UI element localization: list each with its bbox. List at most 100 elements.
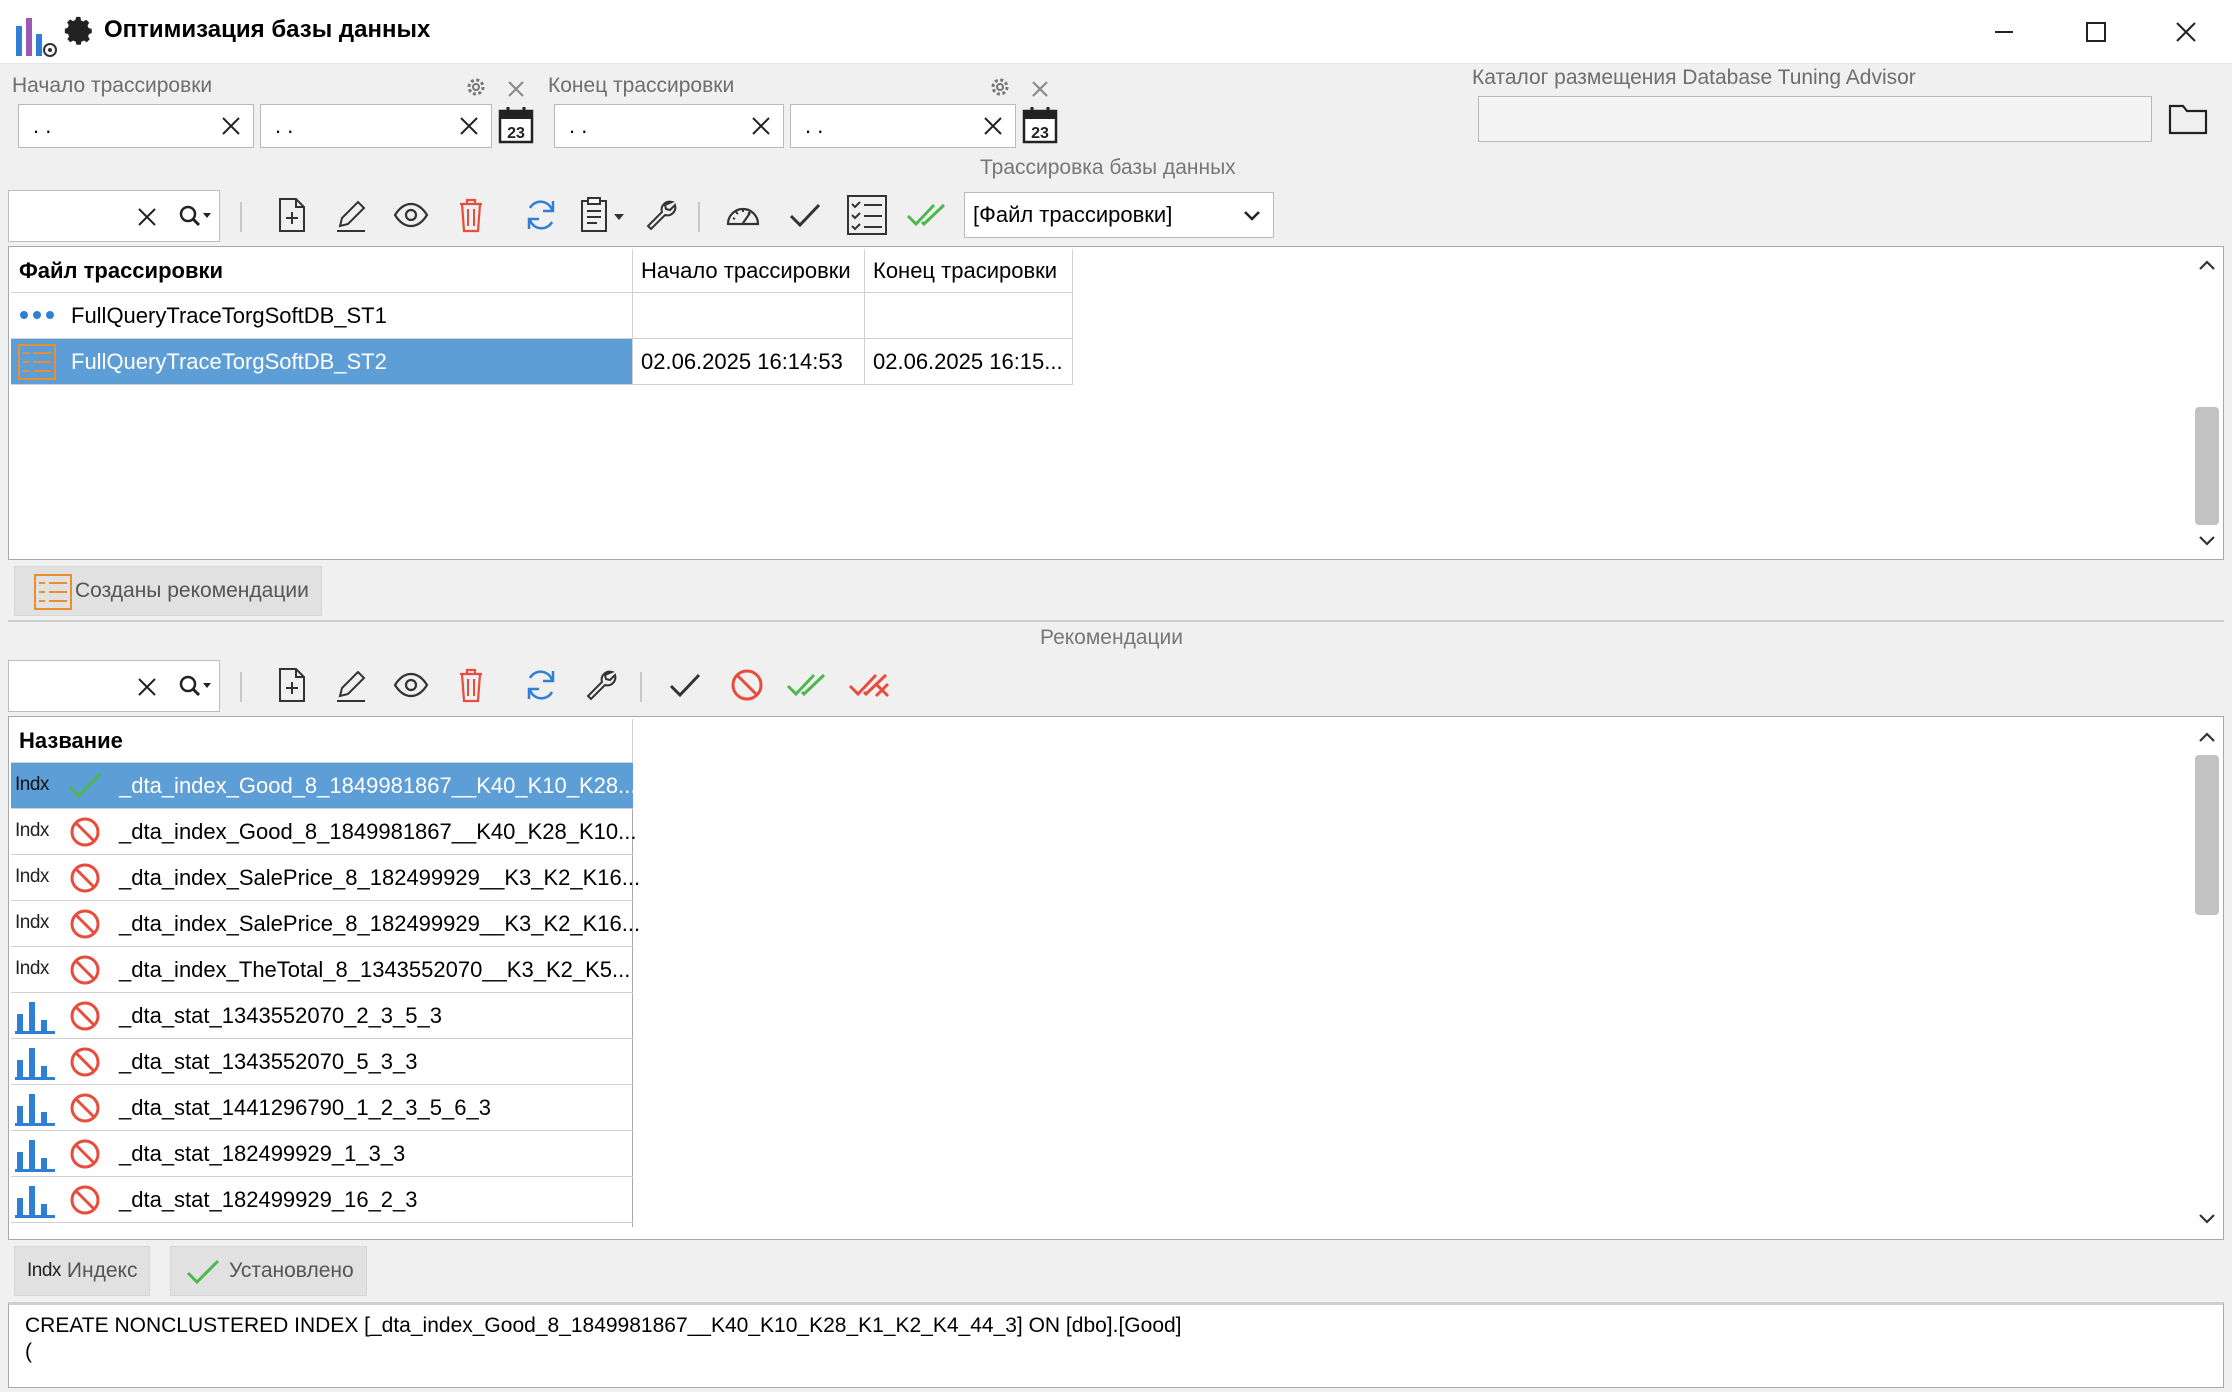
start-date-field-1[interactable]: . . bbox=[18, 104, 254, 148]
recommendation-name: _dta_stat_1343552070_5_3_3 bbox=[119, 1049, 418, 1074]
browse-folder-button[interactable] bbox=[2168, 100, 2208, 141]
maximize-icon bbox=[2086, 22, 2106, 42]
close-icon bbox=[2176, 22, 2196, 42]
trace-group-label: Трассировка базы данных bbox=[980, 156, 1236, 179]
checklist-icon[interactable] bbox=[846, 194, 888, 236]
wrench-icon[interactable] bbox=[642, 196, 680, 234]
search-icon[interactable] bbox=[177, 203, 215, 231]
table-row[interactable]: _dta_stat_1441296790_1_2_3_5_6_3 bbox=[11, 1085, 633, 1131]
trace-source-dropdown[interactable]: [Файл трассировки] bbox=[964, 192, 1274, 238]
chevron-down-icon[interactable] bbox=[2197, 1209, 2217, 1229]
delete-icon[interactable] bbox=[452, 196, 490, 234]
rejected-icon bbox=[70, 1185, 100, 1215]
speedometer-icon[interactable] bbox=[724, 196, 762, 234]
refresh-icon[interactable] bbox=[522, 666, 560, 704]
title-bar: Оптимизация базы данных bbox=[0, 0, 2232, 64]
gear-icon bbox=[64, 16, 92, 45]
wrench-icon[interactable] bbox=[582, 666, 620, 704]
column-header-trace-start[interactable]: Начало трассировки bbox=[633, 249, 865, 293]
trace-end-cell bbox=[865, 293, 1073, 339]
calendar-button[interactable]: 23 bbox=[498, 106, 534, 149]
recommendations-scrollbar[interactable] bbox=[2193, 719, 2221, 1237]
chevron-up-icon[interactable] bbox=[2197, 255, 2217, 275]
clear-icon[interactable] bbox=[135, 205, 159, 229]
rejected-icon bbox=[70, 1139, 100, 1169]
recommendations-list-icon bbox=[18, 344, 56, 380]
table-row[interactable]: FullQueryTraceTorgSoftDB_ST1 bbox=[11, 293, 1073, 339]
end-date-field-2[interactable]: . . bbox=[790, 104, 1016, 148]
check-icon[interactable] bbox=[786, 196, 824, 234]
close-window-button[interactable] bbox=[2140, 0, 2232, 64]
dropdown-value: [Файл трассировки] bbox=[973, 202, 1173, 227]
start-date-field-2[interactable]: . . bbox=[260, 104, 492, 148]
column-header-trace-file[interactable]: Файл трассировки bbox=[11, 249, 633, 293]
table-row-selected[interactable]: FullQueryTraceTorgSoftDB_ST2 02.06.2025 … bbox=[11, 339, 1073, 385]
calendar-button[interactable]: 23 bbox=[1022, 106, 1058, 149]
apply-all-icon[interactable] bbox=[786, 666, 832, 704]
clear-icon[interactable] bbox=[457, 114, 481, 138]
table-row[interactable]: Indx _dta_index_TheTotal_8_1343552070__K3… bbox=[11, 947, 633, 993]
table-row[interactable]: _dta_stat_1343552070_2_3_5_3 bbox=[11, 993, 633, 1039]
column-header-trace-end[interactable]: Конец трасировки bbox=[865, 249, 1073, 293]
indx-icon: Indx bbox=[15, 958, 49, 979]
statistics-icon bbox=[15, 1048, 55, 1080]
indx-icon: Indx bbox=[15, 912, 49, 933]
recommendations-group-label: Рекомендации bbox=[1040, 626, 1184, 649]
gear-icon[interactable] bbox=[988, 75, 1012, 99]
statistics-icon bbox=[15, 1140, 55, 1172]
chevron-down-icon[interactable] bbox=[2197, 531, 2217, 551]
more-dots-icon bbox=[20, 311, 54, 319]
trace-scrollbar[interactable] bbox=[2193, 249, 2221, 557]
add-icon[interactable] bbox=[272, 666, 310, 704]
table-row-selected[interactable]: Indx _dta_index_Good_8_1849981867__K40_K1… bbox=[11, 763, 636, 809]
maximize-button[interactable] bbox=[2050, 0, 2142, 64]
recommendation-name: _dta_stat_1343552070_2_3_5_3 bbox=[119, 1003, 442, 1028]
rejected-icon bbox=[70, 1093, 100, 1123]
trace-search-box[interactable] bbox=[8, 190, 220, 242]
status-tag-text: Созданы рекомендации bbox=[75, 579, 309, 602]
reject-icon[interactable] bbox=[728, 666, 766, 704]
table-row[interactable]: Indx _dta_index_SalePrice_8_182499929__K3… bbox=[11, 901, 640, 947]
chevron-up-icon[interactable] bbox=[2197, 727, 2217, 747]
recommendations-search-box[interactable] bbox=[8, 660, 220, 712]
recommendation-name: _dta_index_Good_8_1849981867__K40_K28_K1… bbox=[119, 819, 637, 844]
table-row[interactable]: Indx _dta_index_SalePrice_8_182499929__K3… bbox=[11, 855, 640, 901]
add-icon[interactable] bbox=[272, 196, 310, 234]
scroll-thumb[interactable] bbox=[2195, 407, 2219, 525]
clear-icon[interactable] bbox=[135, 675, 159, 699]
view-icon[interactable] bbox=[392, 196, 430, 234]
sql-preview[interactable]: CREATE NONCLUSTERED INDEX [_dta_index_Go… bbox=[8, 1302, 2224, 1388]
minimize-button[interactable] bbox=[1958, 0, 2050, 64]
start-trace-label: Начало трассировки bbox=[12, 74, 213, 97]
close-icon[interactable] bbox=[1028, 77, 1052, 101]
check-icon[interactable] bbox=[666, 666, 704, 704]
clear-icon[interactable] bbox=[219, 114, 243, 138]
close-icon[interactable] bbox=[504, 77, 528, 101]
table-row[interactable]: _dta_stat_182499929_16_2_3 bbox=[11, 1177, 633, 1223]
table-row[interactable]: Indx _dta_index_Good_8_1849981867__K40_K2… bbox=[11, 809, 637, 855]
edit-icon[interactable] bbox=[332, 196, 370, 234]
gear-icon[interactable] bbox=[464, 75, 488, 99]
edit-icon[interactable] bbox=[332, 666, 370, 704]
search-icon[interactable] bbox=[177, 673, 215, 701]
legend-tag-installed: Установлено bbox=[170, 1246, 367, 1296]
trace-start-cell: 02.06.2025 16:14:53 bbox=[633, 339, 865, 385]
recommendations-rows: Indx _dta_index_Good_8_1849981867__K40_K1… bbox=[11, 763, 640, 1227]
view-icon[interactable] bbox=[392, 666, 430, 704]
clipboard-dropdown-icon[interactable] bbox=[578, 196, 630, 234]
column-header-name[interactable]: Название bbox=[11, 719, 633, 763]
double-check-icon[interactable] bbox=[906, 196, 952, 234]
clear-icon[interactable] bbox=[981, 114, 1005, 138]
clear-icon[interactable] bbox=[749, 114, 773, 138]
toolbar-separator bbox=[698, 202, 700, 232]
svg-text:23: 23 bbox=[1031, 125, 1049, 142]
table-row[interactable]: _dta_stat_1343552070_5_3_3 bbox=[11, 1039, 633, 1085]
end-date-field-1[interactable]: . . bbox=[554, 104, 784, 148]
refresh-icon[interactable] bbox=[522, 196, 560, 234]
reject-all-icon[interactable] bbox=[848, 666, 894, 704]
scroll-thumb[interactable] bbox=[2195, 755, 2219, 915]
table-row[interactable]: _dta_stat_182499929_1_3_3 bbox=[11, 1131, 633, 1177]
dta-path-field[interactable] bbox=[1478, 96, 2152, 142]
delete-icon[interactable] bbox=[452, 666, 490, 704]
end-date2-value: . . bbox=[805, 113, 824, 138]
